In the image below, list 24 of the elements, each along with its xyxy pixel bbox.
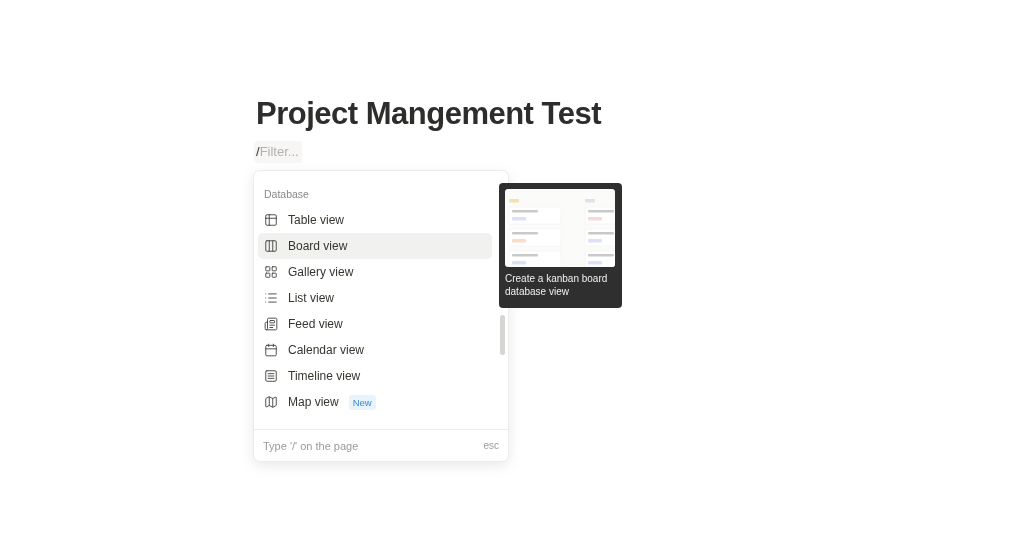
menu-item[interactable]: Calendar view	[258, 337, 492, 364]
menu-item[interactable]: Gallery view	[258, 259, 492, 286]
esc-shortcut: esc	[483, 439, 499, 454]
section-label: Database	[263, 187, 310, 203]
new-badge: New	[348, 394, 376, 410]
menu-item[interactable]: Feed view	[258, 311, 492, 338]
page-title: Project Mangement Test	[256, 95, 603, 133]
table-icon	[264, 213, 278, 228]
menu-item[interactable]: List view	[258, 285, 492, 312]
newspaper-icon	[264, 317, 278, 332]
calendar-icon	[264, 343, 278, 358]
filter-field[interactable]: /Filter...	[254, 141, 302, 163]
footer-hint: Type '/' on the page	[263, 438, 359, 454]
grid-icon	[264, 265, 278, 280]
tooltip-text: Create a kanban board database view	[505, 272, 609, 299]
map-icon	[264, 395, 278, 410]
columns-icon	[264, 239, 278, 254]
scrollbar-thumb[interactable]	[500, 315, 505, 356]
menu-item[interactable]: Map view New	[258, 389, 492, 416]
menu-item[interactable]: Timeline view	[258, 363, 492, 390]
menu-item[interactable]: Table view	[258, 207, 492, 234]
list-icon	[264, 291, 278, 306]
menu-item[interactable]: Board view	[258, 233, 492, 260]
panel-icon	[264, 369, 278, 384]
